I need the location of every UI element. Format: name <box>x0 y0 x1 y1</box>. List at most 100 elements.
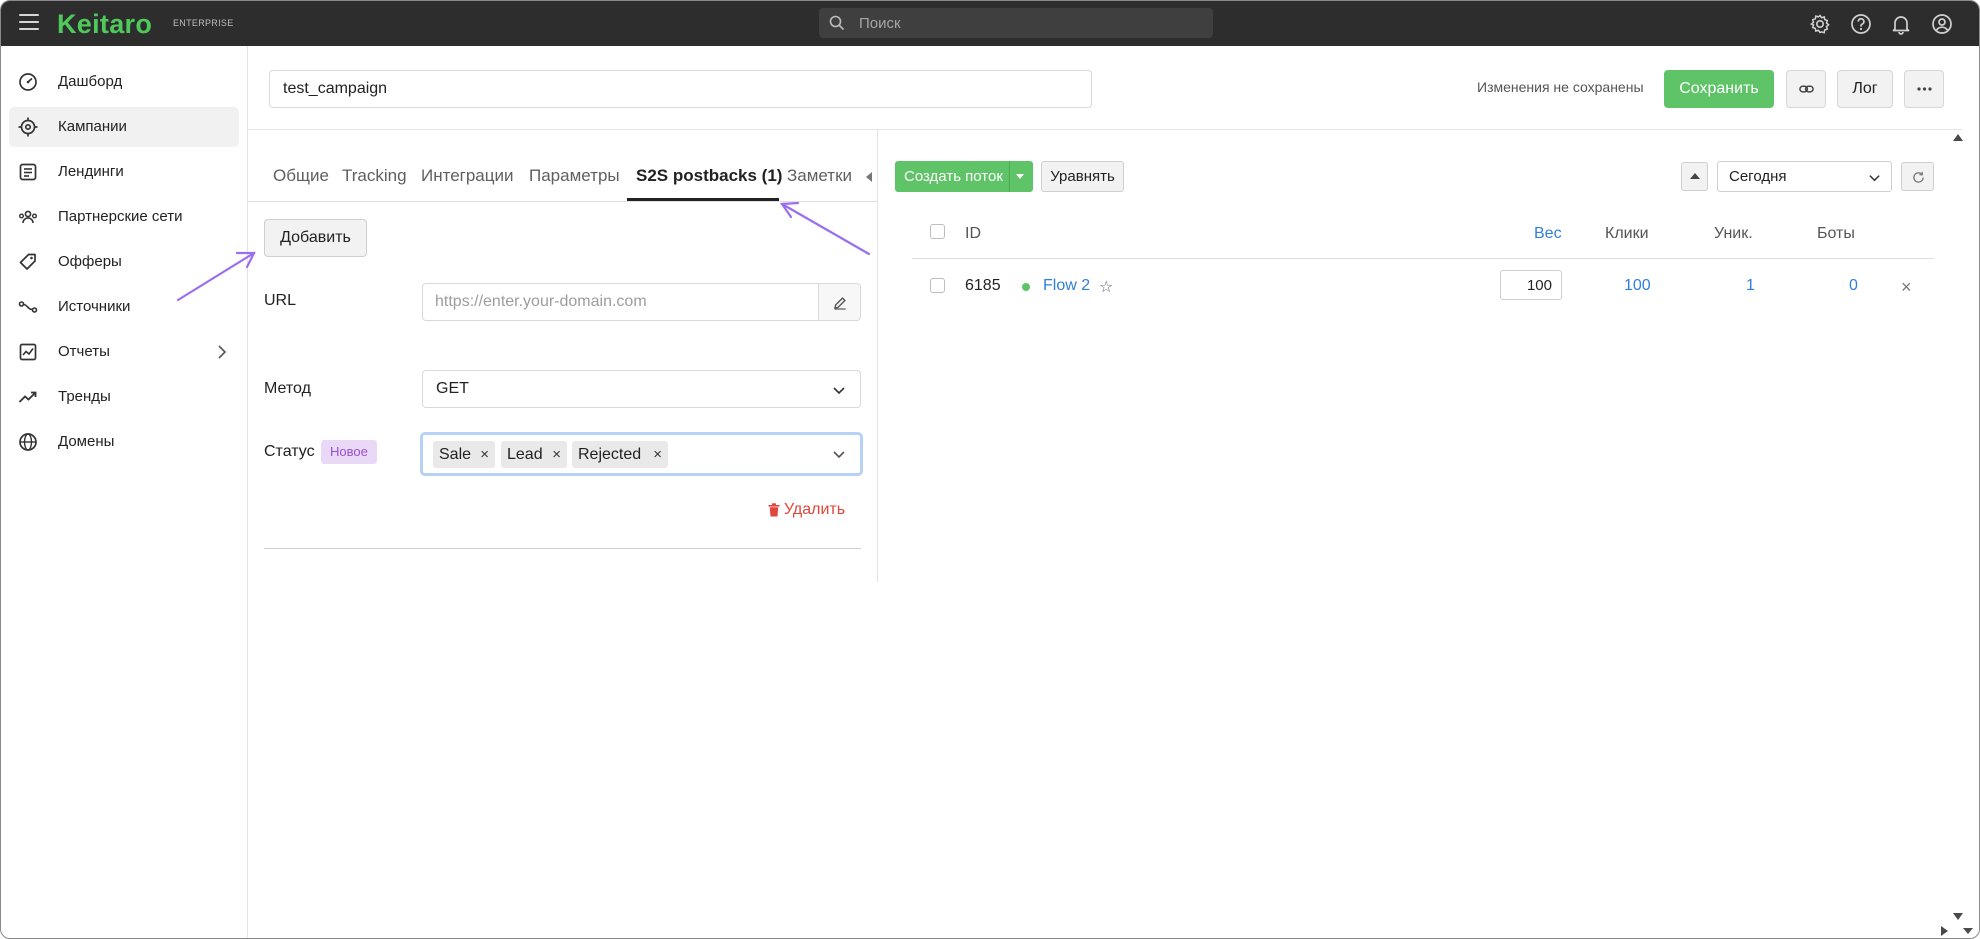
flow-bots[interactable]: 0 <box>1849 277 1858 295</box>
tab-s2s-postbacks[interactable]: S2S postbacks (1) <box>636 166 782 186</box>
column-header-unique[interactable]: Уник. <box>1714 225 1753 243</box>
chip-label: Rejected <box>578 446 642 463</box>
log-button[interactable]: Лог <box>1837 70 1893 108</box>
delete-postback-button[interactable]: Удалить <box>768 501 845 519</box>
flow-status-dot <box>1022 283 1030 291</box>
gear-icon[interactable] <box>1809 13 1831 35</box>
caret-down-icon[interactable] <box>1016 174 1024 179</box>
scroll-up-icon[interactable] <box>1953 134 1963 141</box>
collapse-button[interactable] <box>1681 162 1708 191</box>
row-checkbox[interactable] <box>930 278 945 293</box>
select-all-checkbox[interactable] <box>930 224 945 239</box>
more-button[interactable] <box>1904 70 1944 108</box>
link-icon <box>1799 85 1814 93</box>
chip-remove-icon[interactable]: × <box>480 441 489 468</box>
sidebar-item-label: Отчеты <box>58 343 110 360</box>
url-label: URL <box>264 292 297 309</box>
table-header-divider <box>912 258 1934 259</box>
chevron-right-icon <box>218 345 227 359</box>
chevron-down-icon <box>833 387 845 395</box>
chip-remove-icon[interactable]: × <box>552 441 561 468</box>
tab-notes[interactable]: Заметки <box>787 166 852 186</box>
star-icon[interactable]: ☆ <box>1099 277 1113 297</box>
sidebar-item-trends[interactable]: Тренды <box>9 377 239 417</box>
status-chip-sale: Sale × <box>433 441 495 468</box>
user-icon[interactable] <box>1931 13 1953 35</box>
annotation-arrow-tab <box>779 201 871 256</box>
active-tab-indicator <box>627 198 779 201</box>
search-icon <box>829 15 845 31</box>
scroll-corner-icon[interactable] <box>1963 928 1973 934</box>
refresh-button[interactable] <box>1901 162 1934 191</box>
postback-separator <box>264 548 861 549</box>
period-value: Сегодня <box>1729 168 1787 185</box>
tab-parameters[interactable]: Параметры <box>529 166 620 186</box>
tag-icon <box>19 253 36 270</box>
source-icon <box>18 301 38 313</box>
copy-link-button[interactable] <box>1786 70 1826 108</box>
sidebar-item-domains[interactable]: Домены <box>9 422 239 462</box>
tabs-divider <box>248 201 877 202</box>
sidebar-item-landings[interactable]: Лендинги <box>9 152 239 192</box>
method-label: Метод <box>264 380 311 397</box>
tab-tracking[interactable]: Tracking <box>342 166 407 186</box>
sidebar-item-affiliate-networks[interactable]: Партнерские сети <box>9 197 239 237</box>
scroll-down-icon[interactable] <box>1953 913 1963 920</box>
search-input[interactable]: Поиск <box>819 8 1213 38</box>
scroll-right-icon[interactable] <box>1941 926 1948 936</box>
trend-icon <box>18 391 37 403</box>
add-postback-button[interactable]: Добавить <box>264 219 367 257</box>
help-icon[interactable] <box>1850 13 1872 35</box>
url-input[interactable]: https://enter.your-domain.com <box>422 283 819 321</box>
column-header-bots[interactable]: Боты <box>1817 225 1855 243</box>
bell-icon[interactable] <box>1890 13 1912 35</box>
refresh-icon <box>1913 171 1924 183</box>
column-header-id[interactable]: ID <box>965 225 981 243</box>
sidebar-item-reports[interactable]: Отчеты <box>9 332 239 372</box>
chip-label: Lead <box>507 446 543 463</box>
globe-icon <box>19 433 37 451</box>
edit-url-button[interactable] <box>818 283 861 321</box>
tab-general[interactable]: Общие <box>273 166 329 186</box>
equalize-button[interactable]: Уравнять <box>1041 161 1124 192</box>
flow-weight-input[interactable]: 100 <box>1500 270 1562 300</box>
caret-up-icon <box>1690 173 1700 179</box>
more-icon <box>1917 87 1932 91</box>
tab-integrations[interactable]: Интеграции <box>421 166 514 186</box>
flow-name-link[interactable]: Flow 2 <box>1043 277 1090 295</box>
chip-label: Sale <box>439 446 472 463</box>
sidebar-item-dashboard[interactable]: Дашборд <box>9 62 239 102</box>
logo[interactable]: Keitaro <box>57 9 152 40</box>
chip-remove-icon[interactable]: × <box>653 441 662 468</box>
people-icon <box>19 210 37 224</box>
sidebar-item-label: Домены <box>58 433 115 450</box>
sidebar-item-campaigns[interactable]: Кампании <box>9 107 239 147</box>
save-button[interactable]: Сохранить <box>1664 70 1774 108</box>
flow-id: 6185 <box>965 277 1001 294</box>
unsaved-status: Изменения не сохранены <box>1477 79 1644 95</box>
method-select[interactable]: GET <box>422 370 861 408</box>
report-icon <box>19 343 37 361</box>
create-flow-label: Создать поток <box>904 168 1003 185</box>
search-placeholder: Поиск <box>859 15 901 32</box>
campaign-name-input[interactable]: test_campaign <box>269 70 1092 108</box>
column-header-clicks[interactable]: Клики <box>1605 225 1649 243</box>
status-chip-lead: Lead × <box>501 441 567 468</box>
edit-icon <box>834 297 846 310</box>
status-multiselect[interactable]: Sale × Lead × Rejected × <box>420 432 863 476</box>
sidebar-item-label: Офферы <box>58 253 122 270</box>
remove-flow-icon[interactable]: × <box>1901 277 1912 298</box>
create-flow-button[interactable]: Создать поток <box>895 161 1033 192</box>
column-header-weight[interactable]: Вес <box>1534 225 1562 243</box>
logo-edition: ENTERPRISE <box>173 18 234 28</box>
sidebar-item-sources[interactable]: Источники <box>9 287 239 327</box>
menu-icon[interactable] <box>19 14 39 30</box>
flow-clicks[interactable]: 100 <box>1624 277 1651 295</box>
flow-unique[interactable]: 1 <box>1746 277 1755 295</box>
top-bar: Keitaro ENTERPRISE Поиск <box>1 1 1979 46</box>
sidebar-item-label: Партнерские сети <box>58 208 183 225</box>
period-select[interactable]: Сегодня <box>1717 161 1892 192</box>
tabs-scroll-left-icon[interactable] <box>865 171 873 183</box>
sidebar-item-offers[interactable]: Офферы <box>9 242 239 282</box>
annotation-arrows <box>176 201 871 302</box>
